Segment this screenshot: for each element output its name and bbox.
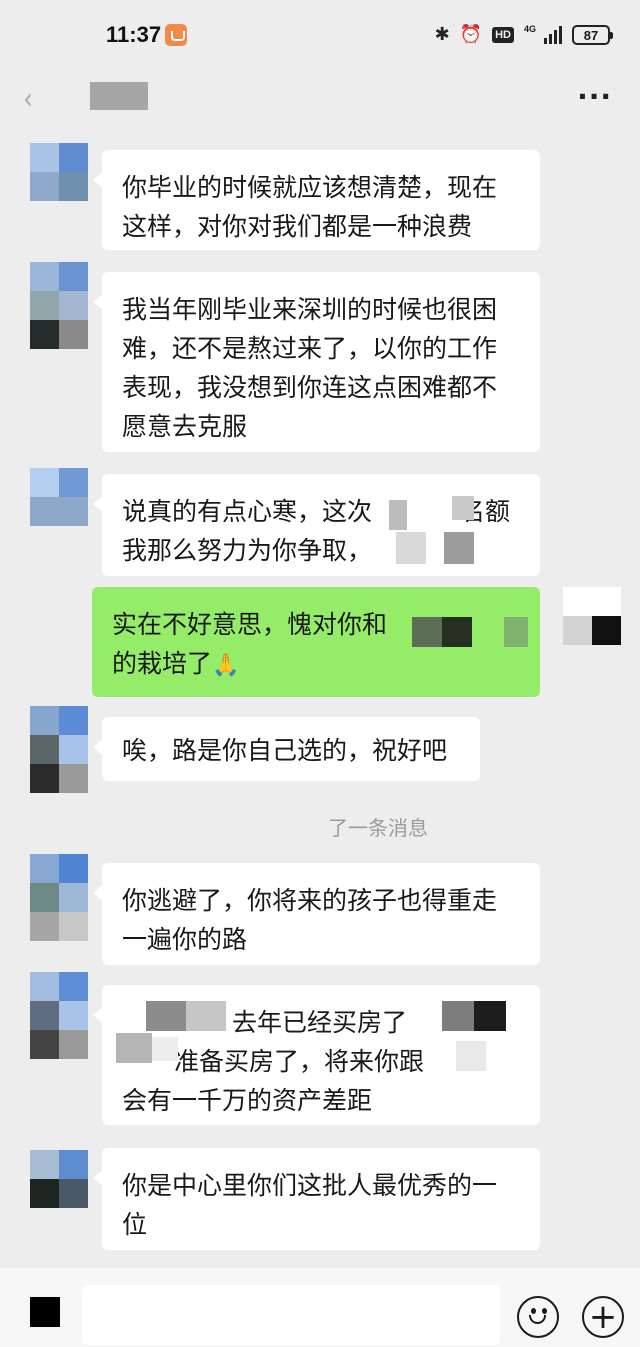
- chat-header: ‹ ···: [0, 70, 640, 130]
- redaction-block: [442, 617, 472, 647]
- app-notification-icon: [165, 24, 187, 46]
- message-text: 一遍你的路: [122, 925, 248, 954]
- avatar[interactable]: [30, 1150, 88, 1208]
- alarm-icon: ⏰: [459, 24, 483, 45]
- message-bubble[interactable]: 说真的有点心寒，这次 名额 我那么努力为你争取，: [93, 474, 540, 576]
- message-bubble[interactable]: 我当年刚毕业来深圳的时候也很困 难，还不是熬过来了，以你的工作 表现，我没想到你…: [93, 272, 540, 452]
- battery-level: 87: [583, 27, 599, 43]
- message-text: 表现，我没想到你连这点困难都不: [122, 373, 498, 402]
- message-text: 说真的有点心寒，这次: [122, 497, 373, 526]
- redaction-block: [444, 532, 474, 564]
- network-type: 4G: [523, 23, 536, 34]
- message-bubble[interactable]: 你逃避了，你将来的孩子也得重走 一遍你的路: [93, 863, 540, 965]
- redaction-block: [474, 1001, 506, 1031]
- message-text: 去年已经买房了: [232, 1008, 408, 1037]
- redaction-block: [396, 532, 426, 564]
- message-text: 难，还不是熬过来了，以你的工作: [122, 334, 498, 363]
- message-bubble[interactable]: 去年已经买房了 准备买房了，将来你跟 会有一千万的资产差距: [93, 985, 540, 1125]
- message-text: 准备买房了，将来你跟: [174, 1047, 425, 1076]
- message-text: 的栽培了: [112, 649, 213, 678]
- avatar[interactable]: [30, 854, 88, 941]
- redaction-block: [146, 1001, 186, 1031]
- avatar[interactable]: [30, 143, 88, 201]
- signal-icon: [544, 26, 562, 44]
- message-bubble[interactable]: 唉，路是你自己选的，祝好吧: [93, 717, 480, 781]
- redaction-block: [452, 496, 474, 520]
- message-text: 你是中心里你们这批人最优秀的一: [122, 1171, 498, 1200]
- message-text: 愿意去克服: [122, 412, 248, 441]
- message-bubble[interactable]: 你毕业的时候就应该想清楚，现在 这样，对你对我们都是一种浪费: [93, 150, 540, 250]
- avatar[interactable]: [30, 706, 88, 793]
- message-text: 这样，对你对我们都是一种浪费: [122, 212, 473, 241]
- system-note: 了一条消息: [328, 816, 428, 840]
- redaction-block: [504, 617, 528, 647]
- sent-message-bubble[interactable]: 实在不好意思，愧对你和 的栽培了🙏: [92, 587, 540, 697]
- redaction-block: [442, 1001, 476, 1031]
- voice-toggle-icon[interactable]: [30, 1297, 60, 1327]
- battery-icon: 87: [572, 25, 613, 45]
- smile-icon: [519, 1296, 557, 1338]
- message-text: 你逃避了，你将来的孩子也得重走: [122, 886, 498, 915]
- hd-icon: HD: [492, 27, 514, 43]
- avatar[interactable]: [563, 587, 621, 645]
- status-bar: 11:37 ✱ ⏰ HD 4G 87: [0, 0, 640, 70]
- redaction-block: [456, 1041, 486, 1071]
- redaction-block: [389, 500, 407, 530]
- message-text: 唉，路是你自己选的，祝好吧: [122, 736, 448, 765]
- redaction-block: [152, 1037, 178, 1061]
- message-input[interactable]: [82, 1285, 500, 1345]
- message-text: 位: [122, 1210, 148, 1239]
- avatar[interactable]: [30, 972, 88, 1059]
- more-options-icon[interactable]: ···: [577, 80, 612, 113]
- more-functions-button[interactable]: +: [582, 1296, 624, 1338]
- avatar[interactable]: [30, 262, 88, 349]
- message-text: 会有一千万的资产差距: [122, 1086, 373, 1115]
- status-icons: ✱ ⏰ HD 4G 87: [434, 22, 613, 48]
- redaction-block: [186, 1001, 226, 1031]
- bluetooth-icon: ✱: [434, 24, 450, 45]
- pray-emoji-icon: 🙏: [212, 653, 240, 678]
- emoji-button[interactable]: [517, 1296, 559, 1338]
- message-bubble[interactable]: 你是中心里你们这批人最优秀的一 位: [93, 1148, 540, 1250]
- chat-title-redacted: [90, 82, 148, 110]
- status-time: 11:37: [106, 22, 162, 47]
- back-icon[interactable]: ‹: [23, 82, 33, 117]
- redaction-block: [116, 1033, 152, 1063]
- avatar[interactable]: [30, 468, 88, 526]
- message-text: 我当年刚毕业来深圳的时候也很困: [122, 295, 498, 324]
- message-text: 你毕业的时候就应该想清楚，现在: [122, 173, 498, 202]
- plus-icon: +: [588, 1297, 618, 1337]
